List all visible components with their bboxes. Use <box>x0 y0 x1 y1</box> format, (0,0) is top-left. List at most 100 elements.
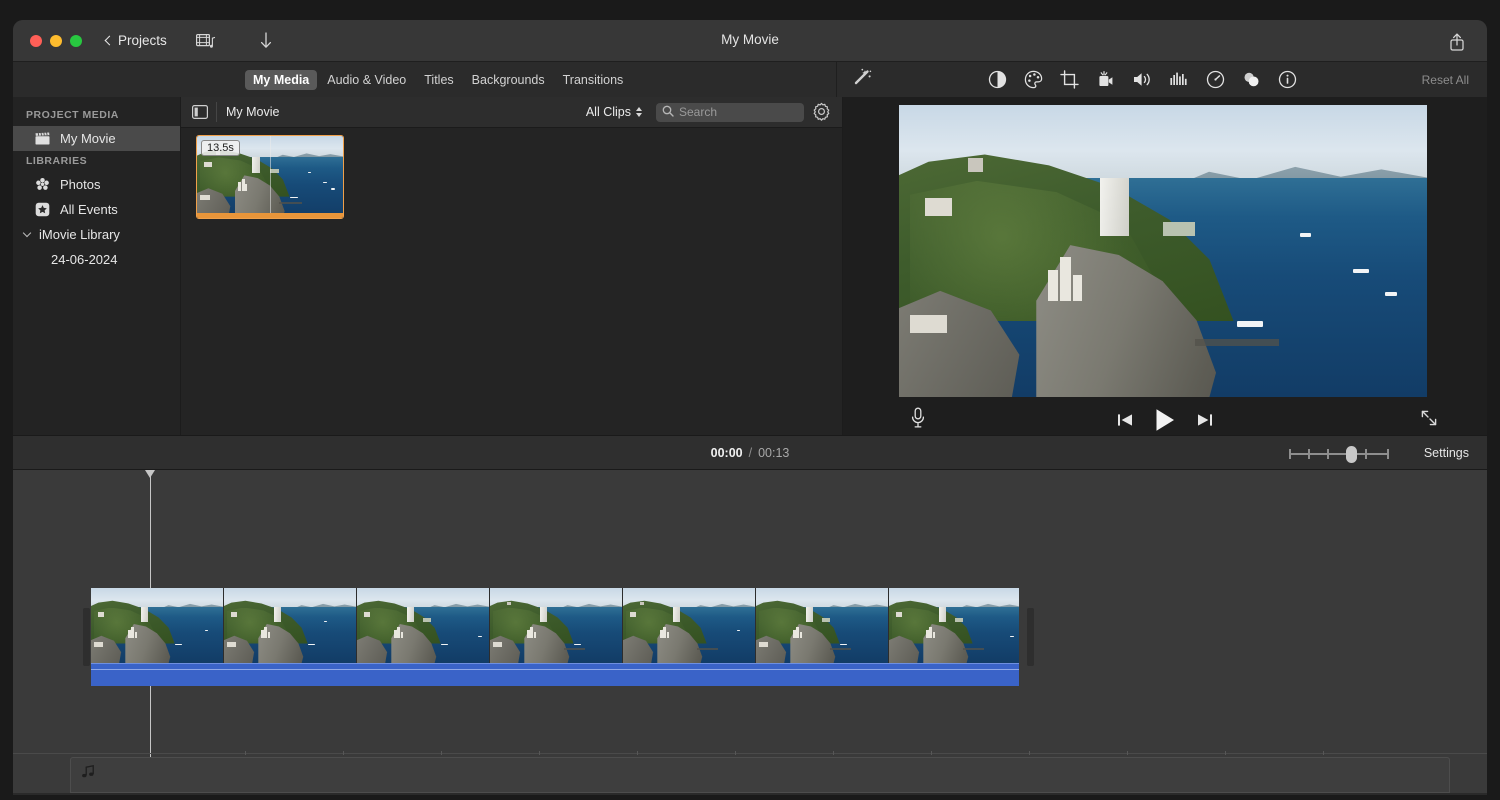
video-preview[interactable] <box>899 105 1427 397</box>
toolbar-separator <box>216 102 217 122</box>
search-input[interactable]: Search <box>656 102 804 122</box>
timeline[interactable] <box>13 470 1487 793</box>
clapperboard-icon <box>34 132 51 145</box>
preview-viewer <box>843 97 1487 435</box>
clip-filter-label: All Clips <box>585 105 631 119</box>
equalizer-icon[interactable] <box>1169 70 1189 89</box>
filmstrip-frame <box>357 588 490 663</box>
filmstrip-frame <box>889 588 1019 663</box>
back-to-projects-button[interactable]: Projects <box>101 31 172 50</box>
media-clip-thumbnail[interactable]: 13.5s <box>196 135 344 219</box>
tab-strip-divider <box>836 62 837 97</box>
sidebar-disclosure-imovie-library[interactable]: iMovie Library <box>13 222 180 247</box>
sidebar-disclosure-label: iMovie Library <box>39 227 120 242</box>
main-content: PROJECT MEDIA My Movie LIBRARIES Photos … <box>13 97 1487 435</box>
title-bar: Projects My Movie <box>13 20 1487 62</box>
transport-controls <box>843 407 1487 438</box>
music-track[interactable] <box>70 757 1450 793</box>
adjustment-toolbar <box>988 70 1297 89</box>
clip-trim-handle-right[interactable] <box>1027 608 1034 666</box>
imovie-window: Projects My Movie My Media Audio & Video… <box>13 20 1487 795</box>
zoom-button[interactable] <box>70 35 82 47</box>
clip-duration-badge: 13.5s <box>201 140 240 156</box>
speed-icon[interactable] <box>1206 70 1225 89</box>
timeline-zoom-slider[interactable] <box>1289 446 1389 463</box>
play-icon[interactable] <box>1153 407 1177 438</box>
color-correction-icon[interactable] <box>1024 70 1043 89</box>
traffic-lights[interactable] <box>30 35 82 47</box>
browser-toolbar: My Movie All Clips Search <box>181 97 842 128</box>
tab-backgrounds[interactable]: Backgrounds <box>464 70 553 90</box>
clip-trim-handle-left[interactable] <box>83 608 90 666</box>
clip-filmstrip <box>91 588 1019 663</box>
playhead-handle[interactable] <box>145 470 155 478</box>
sidebar-header-project-media: PROJECT MEDIA <box>26 109 119 121</box>
music-note-icon <box>81 765 95 784</box>
window-title: My Movie <box>721 32 779 47</box>
clip-audio-waveform[interactable] <box>91 663 1019 686</box>
clip-frame-divider <box>270 136 271 213</box>
tab-audio-video[interactable]: Audio & Video <box>319 70 414 90</box>
media-import-icon[interactable] <box>193 30 219 52</box>
sidebar: PROJECT MEDIA My Movie LIBRARIES Photos … <box>13 97 181 435</box>
timeline-header: 00:00 / 00:13 Settings <box>13 435 1487 470</box>
sidebar-item-label: Photos <box>60 177 101 192</box>
crop-icon[interactable] <box>1060 70 1079 89</box>
reset-all-button[interactable]: Reset All <box>1422 73 1469 87</box>
close-button[interactable] <box>30 35 42 47</box>
search-icon <box>662 105 674 120</box>
filmstrip-frame <box>490 588 623 663</box>
chevron-left-icon <box>104 35 115 46</box>
share-icon[interactable] <box>1444 31 1470 53</box>
clip-selection-bar[interactable] <box>197 213 343 218</box>
fullscreen-icon[interactable] <box>1420 409 1438 432</box>
sidebar-header-libraries: LIBRARIES <box>26 155 88 167</box>
clip-filter-dropdown[interactable]: All Clips <box>586 105 642 119</box>
media-browser: My Movie All Clips Search 13.5s <box>181 97 843 435</box>
timeline-track-divider <box>13 753 1487 754</box>
library-tabs: My Media Audio & Video Titles Background… <box>245 69 632 90</box>
timeline-clip[interactable] <box>91 588 1019 686</box>
back-to-projects-label: Projects <box>118 33 167 48</box>
tab-my-media[interactable]: My Media <box>245 69 318 90</box>
filmstrip-frame <box>623 588 756 663</box>
search-placeholder: Search <box>679 105 718 119</box>
sidebar-item-label: 24-06-2024 <box>51 252 118 267</box>
star-box-icon <box>34 202 51 217</box>
zoom-slider-track <box>1289 453 1389 455</box>
download-icon[interactable] <box>253 30 279 52</box>
filmstrip-frame <box>756 588 889 663</box>
sidebar-item-my-movie[interactable]: My Movie <box>13 126 180 151</box>
stabilization-icon[interactable] <box>1096 70 1115 89</box>
tab-transitions[interactable]: Transitions <box>555 70 632 90</box>
gear-icon[interactable] <box>812 102 832 122</box>
filmstrip-frame <box>91 588 224 663</box>
tab-strip: My Media Audio & Video Titles Background… <box>13 62 1487 97</box>
skip-to-end-icon[interactable] <box>1196 411 1214 434</box>
chevron-down-icon[interactable] <box>22 228 32 238</box>
browser-title: My Movie <box>226 105 280 119</box>
sidebar-item-label: All Events <box>60 202 118 217</box>
sidebar-toggle-icon[interactable] <box>189 102 211 122</box>
volume-icon[interactable] <box>1132 70 1152 89</box>
zoom-slider-handle[interactable] <box>1346 446 1357 463</box>
filmstrip-frame <box>224 588 357 663</box>
current-time: 00:00 <box>710 445 743 460</box>
total-time: 00:13 <box>758 445 790 460</box>
magic-wand-icon[interactable] <box>851 68 873 97</box>
chevron-updown-icon <box>636 107 642 117</box>
photos-icon <box>34 177 51 192</box>
playback-controls <box>843 403 1487 435</box>
sidebar-item-photos[interactable]: Photos <box>13 172 180 197</box>
tab-titles[interactable]: Titles <box>416 70 461 90</box>
filters-icon[interactable] <box>1242 70 1261 89</box>
sidebar-item-event-date[interactable]: 24-06-2024 <box>13 247 180 272</box>
time-separator: / <box>748 445 753 460</box>
info-icon[interactable] <box>1278 70 1297 89</box>
minimize-button[interactable] <box>50 35 62 47</box>
sidebar-item-all-events[interactable]: All Events <box>13 197 180 222</box>
timeline-settings-button[interactable]: Settings <box>1424 446 1469 460</box>
sidebar-item-label: My Movie <box>60 131 116 146</box>
color-balance-icon[interactable] <box>988 70 1007 89</box>
skip-to-start-icon[interactable] <box>1116 411 1134 434</box>
